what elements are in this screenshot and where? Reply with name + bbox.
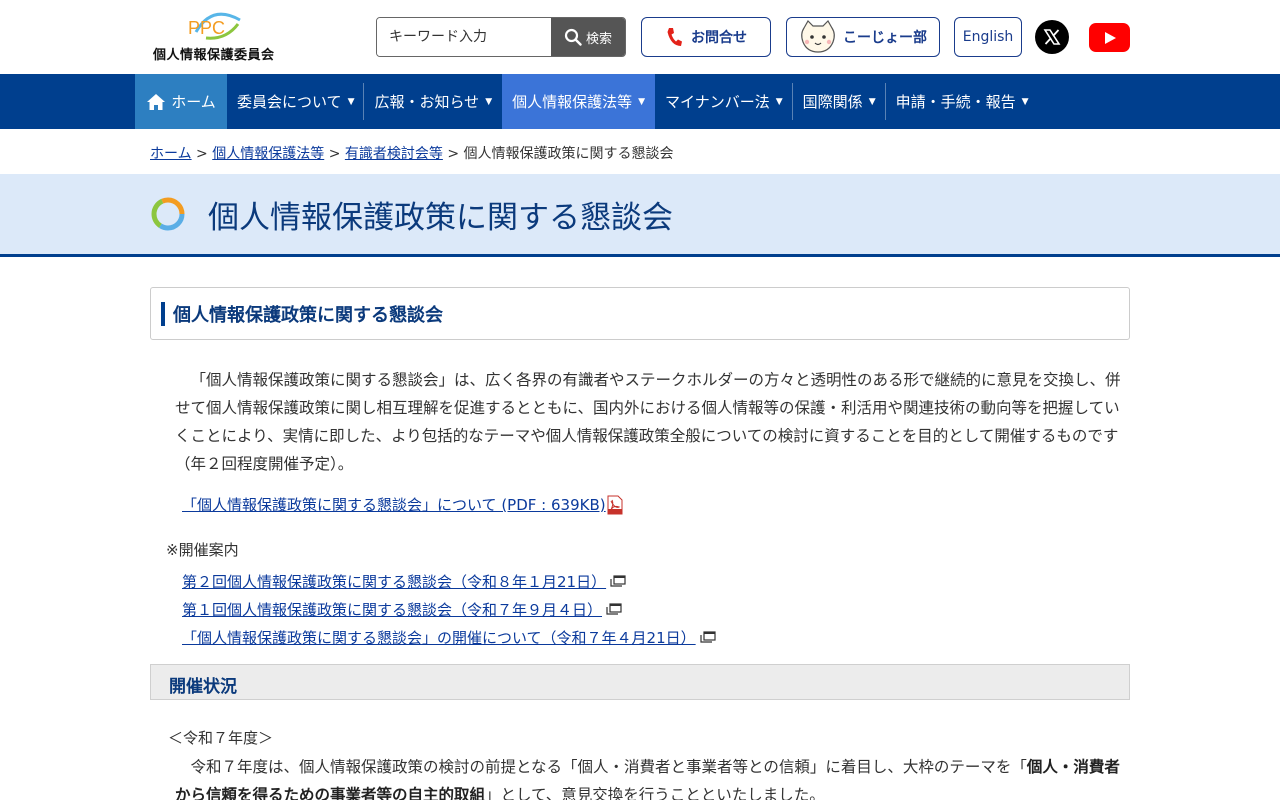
- search-button[interactable]: 検索: [551, 18, 625, 56]
- fiscal-year-paragraph: 令和７年度は、個人情報保護政策の検討の前提となる「個人・消費者と事業者等との信頼…: [175, 753, 1125, 800]
- event-link[interactable]: 第１回個人情報保護政策に関する懇談会（令和７年９月４日）: [182, 595, 716, 623]
- page-title: 個人情報保護政策に関する懇談会: [208, 200, 673, 236]
- breadcrumb-separator: >: [196, 146, 208, 162]
- page-title-band: 個人情報保護政策に関する懇談会: [0, 174, 1280, 257]
- breadcrumb-privacy-law[interactable]: 個人情報保護法等: [212, 146, 324, 162]
- nav-international[interactable]: 国際関係 ▼: [793, 74, 886, 129]
- event-link-label: 「個人情報保護政策に関する懇談会」の開催について（令和７年４月21日）: [182, 628, 696, 647]
- status-heading: 開催状況: [169, 677, 237, 697]
- nav-home-label: ホーム: [171, 93, 216, 111]
- contact-label: お問合せ: [691, 30, 747, 46]
- search-input[interactable]: [377, 18, 551, 56]
- ppc-logo-icon: PPC: [188, 12, 241, 40]
- contact-button[interactable]: お問合せ: [641, 17, 771, 57]
- phone-icon: [667, 28, 682, 46]
- pdf-icon: [607, 495, 623, 514]
- nav-arrow-icon: ▼: [485, 96, 493, 107]
- section-heading: 個人情報保護政策に関する懇談会: [173, 305, 443, 326]
- breadcrumb-current: 個人情報保護政策に関する懇談会: [463, 146, 674, 162]
- kojo-label: こーじょー部: [843, 30, 927, 46]
- para2-text-b: 」として、意見交換を行うことといたしました。: [485, 786, 825, 800]
- logo-text: 個人情報保護委員会: [153, 48, 275, 63]
- external-window-icon: [610, 575, 626, 587]
- kojo-button[interactable]: こーじょー部: [786, 17, 940, 57]
- para2-text-a: 令和７年度は、個人情報保護政策の検討の前提となる「個人・消費者と事業者等との信頼…: [190, 758, 1027, 776]
- external-window-icon: [606, 603, 622, 615]
- breadcrumb-separator: >: [328, 146, 341, 162]
- external-window-icon: [700, 631, 716, 643]
- event-link[interactable]: 「個人情報保護政策に関する懇談会」の開催について（令和７年４月21日）: [182, 623, 716, 651]
- breadcrumb: ホーム > 個人情報保護法等 > 有識者検討会等 > 個人情報保護政策に関する懇…: [150, 143, 674, 163]
- nav-arrow-icon: ▼: [775, 96, 783, 107]
- svg-text:PPC: PPC: [188, 18, 225, 38]
- status-heading-box: 開催状況: [150, 664, 1130, 700]
- event-link-label: 第２回個人情報保護政策に関する懇談会（令和８年１月21日）: [182, 572, 607, 591]
- nav-arrow-icon: ▼: [638, 96, 646, 107]
- ring-icon: [151, 197, 185, 231]
- nav-mynumber[interactable]: マイナンバー法 ▼: [655, 74, 793, 129]
- intro-paragraph: 「個人情報保護政策に関する懇談会」は、広く各界の有識者やステークホルダーの方々と…: [175, 371, 1121, 473]
- search-icon: [564, 28, 582, 46]
- breadcrumb-separator: >: [447, 146, 460, 162]
- heading-accent-bar: [161, 302, 165, 326]
- nav-about[interactable]: 委員会について ▼: [227, 74, 365, 129]
- global-nav: ホーム 委員会について ▼ 広報・お知らせ ▼ 個人情報保護法等 ▼ マイナンバー法 ▼…: [0, 74, 1280, 129]
- nav-applications-label: 申請・手続・報告: [895, 93, 1016, 111]
- pdf-link-label: 「個人情報保護政策に関する懇談会」について (PDF : 639KB): [182, 496, 606, 514]
- site-header: PPC 個人情報保護委員会 検索 お問合せ こーじょー部 Engli: [0, 0, 1280, 74]
- nav-privacy-law[interactable]: 個人情報保護法等 ▼: [502, 74, 656, 129]
- nav-arrow-icon: ▼: [347, 96, 355, 107]
- nav-news-label: 広報・お知らせ: [374, 93, 480, 111]
- section-heading-box: 個人情報保護政策に関する懇談会: [150, 287, 1130, 340]
- x-logo-icon[interactable]: [1035, 20, 1069, 54]
- search-button-label: 検索: [585, 31, 612, 47]
- event-link[interactable]: 第２回個人情報保護政策に関する懇談会（令和８年１月21日）: [182, 567, 716, 595]
- nav-mynumber-label: マイナンバー法: [665, 93, 770, 111]
- breadcrumb-expert-meetings[interactable]: 有識者検討会等: [345, 146, 443, 162]
- notice-label: ※開催案内: [166, 541, 239, 559]
- mascot-icon: [801, 20, 835, 53]
- search-form: 検索: [376, 17, 626, 57]
- nav-about-label: 委員会について: [237, 93, 342, 111]
- nav-privacy-law-label: 個人情報保護法等: [512, 93, 633, 111]
- nav-home[interactable]: ホーム: [135, 74, 227, 129]
- site-logo[interactable]: PPC 個人情報保護委員会: [150, 10, 275, 65]
- nav-news[interactable]: 広報・お知らせ ▼: [364, 74, 502, 129]
- nav-international-label: 国際関係: [802, 93, 863, 111]
- event-link-label: 第１回個人情報保護政策に関する懇談会（令和７年９月４日）: [182, 600, 603, 619]
- pdf-link[interactable]: 「個人情報保護政策に関する懇談会」について (PDF : 639KB): [182, 494, 623, 515]
- english-button[interactable]: English: [954, 17, 1022, 57]
- breadcrumb-home[interactable]: ホーム: [150, 146, 192, 162]
- home-icon: [147, 93, 166, 110]
- nav-arrow-icon: ▼: [1021, 96, 1029, 107]
- fiscal-year-label: ＜令和７年度＞: [168, 729, 274, 747]
- event-link-list: 第２回個人情報保護政策に関する懇談会（令和８年１月21日） 第１回個人情報保護政…: [182, 567, 716, 651]
- nav-arrow-icon: ▼: [868, 96, 876, 107]
- youtube-icon[interactable]: [1089, 23, 1130, 52]
- nav-applications[interactable]: 申請・手続・報告 ▼: [886, 74, 1039, 129]
